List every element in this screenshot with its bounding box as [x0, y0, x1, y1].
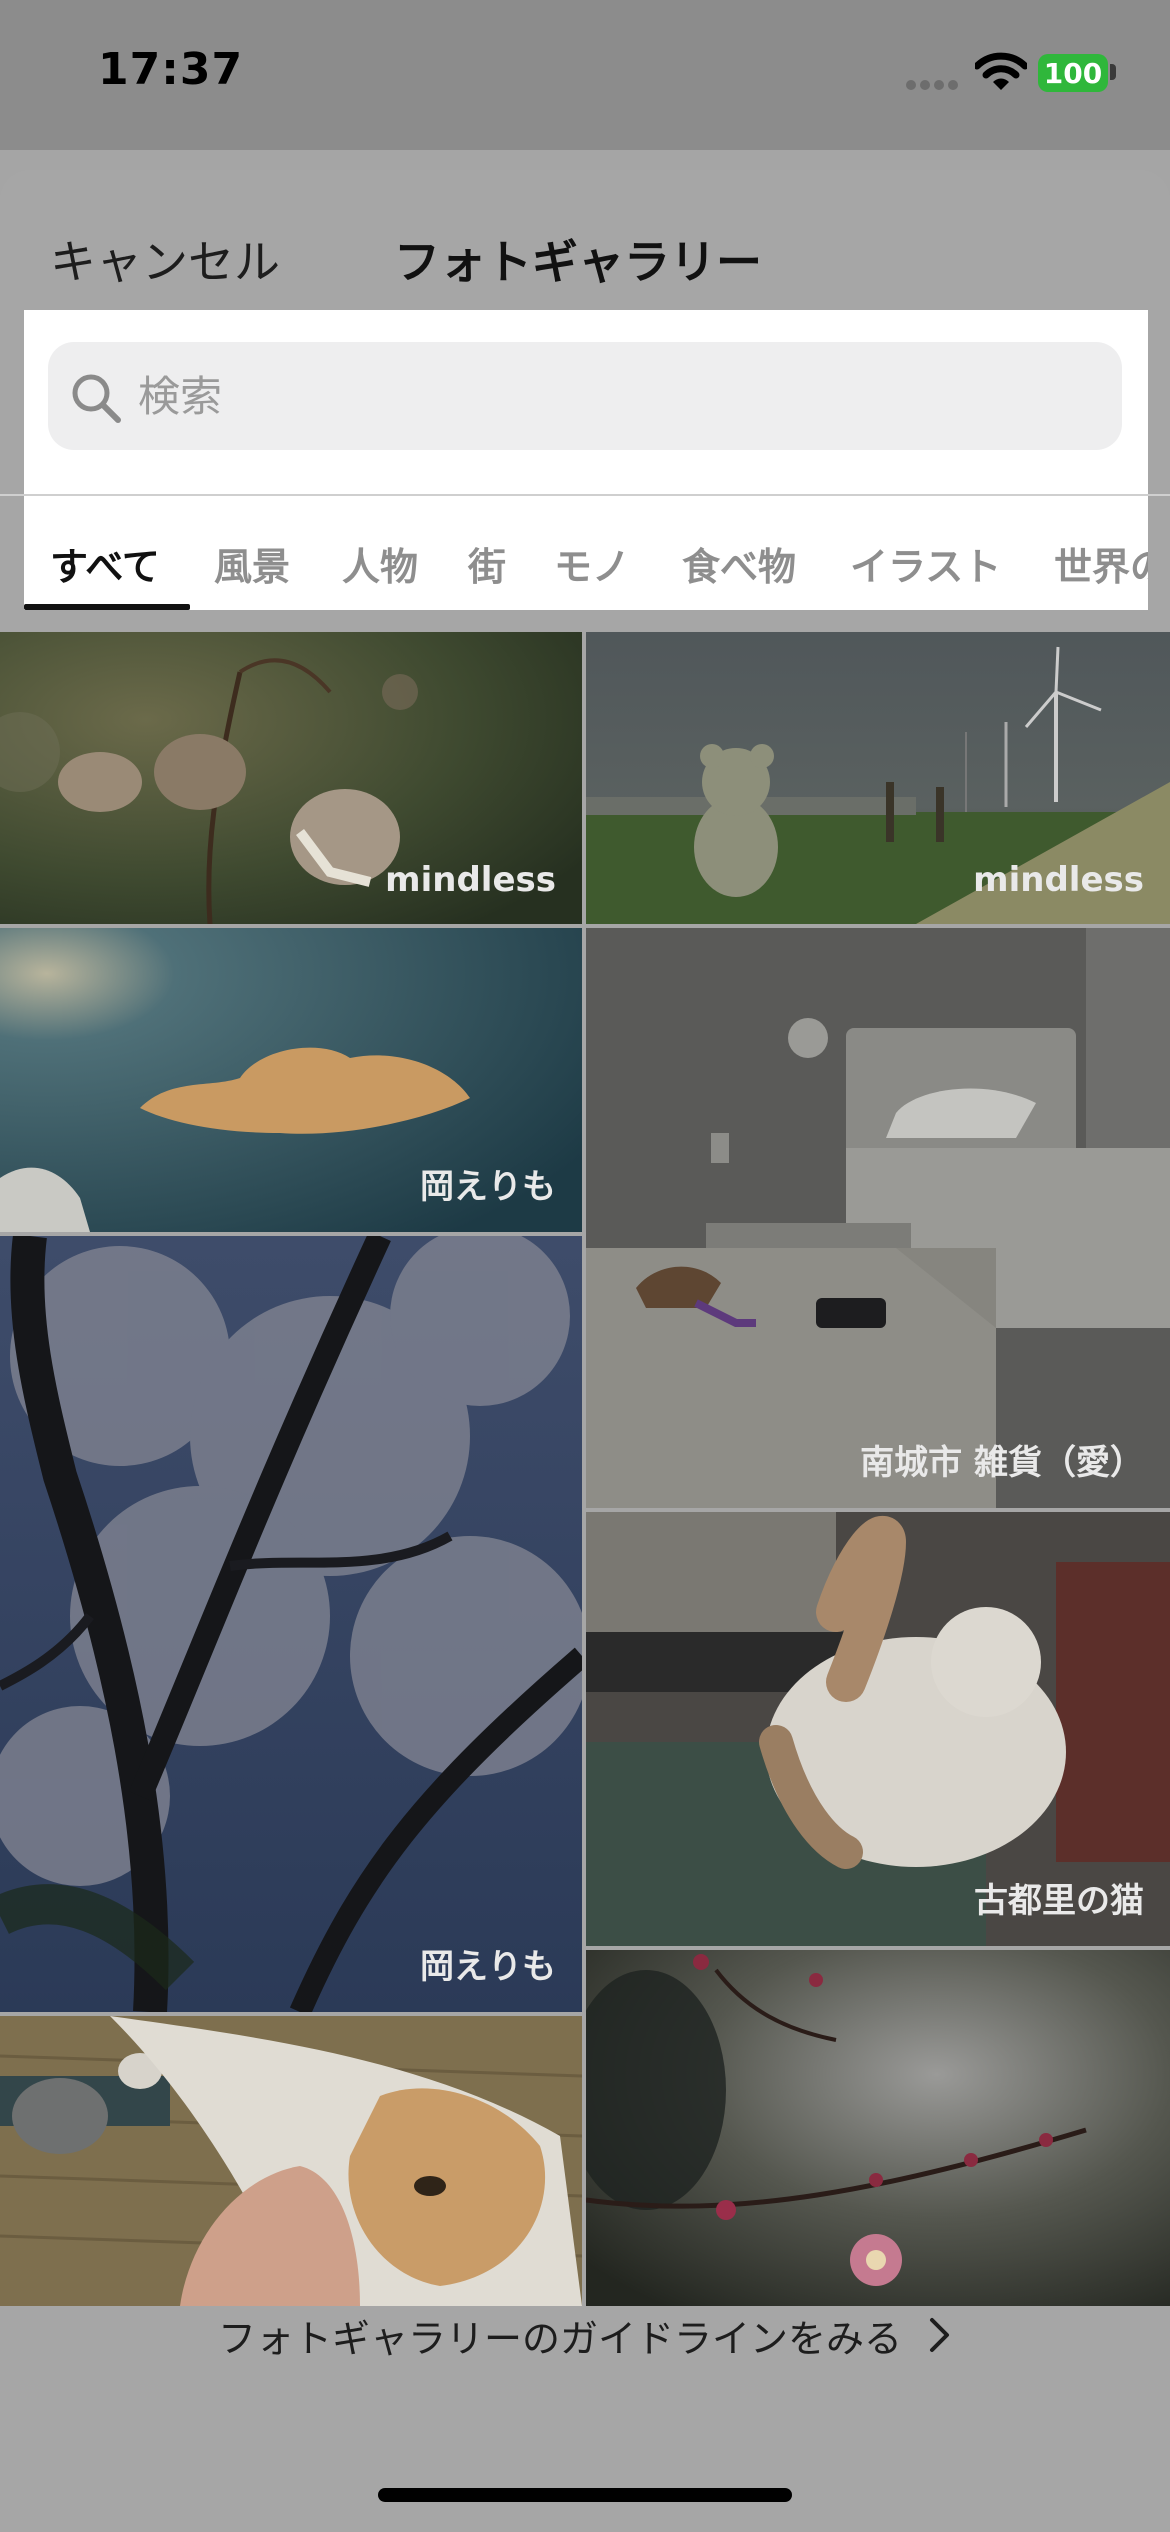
- tab-city[interactable]: 街: [468, 536, 506, 591]
- battery-icon: 100: [1038, 54, 1108, 92]
- cherry-tree-photo: [0, 1236, 582, 2012]
- cat-with-hand-photo: [0, 2016, 582, 2306]
- photo-tile[interactable]: [0, 2016, 582, 2306]
- guideline-link[interactable]: フォトギャラリーのガイドラインをみる: [0, 2300, 1170, 2370]
- photo-credit: 岡えりも: [420, 1167, 556, 1207]
- photo-credit: 南城市 雑貨（愛）: [860, 1443, 1144, 1483]
- cellular-signal-icon: [906, 80, 960, 90]
- tab-all[interactable]: すべて: [50, 536, 160, 591]
- photo-tile[interactable]: 岡えりも: [0, 1236, 582, 2012]
- photo-credit: 岡えりも: [420, 1947, 556, 1987]
- search-icon: [72, 374, 121, 423]
- plum-blossom-photo: [586, 1950, 1170, 2306]
- status-time: 17:37: [98, 44, 244, 95]
- wifi-icon: [975, 52, 1027, 90]
- tab-people[interactable]: 人物: [342, 536, 418, 591]
- active-tab-indicator: [24, 604, 190, 610]
- battery-tip: [1110, 64, 1116, 80]
- tab-food[interactable]: 食べ物: [682, 536, 796, 591]
- search-input[interactable]: [138, 342, 1098, 450]
- search-and-tabs-panel: すべて 風景 人物 街 モノ 食べ物 イラスト 世界の: [0, 310, 1170, 610]
- photo-tile[interactable]: mindless: [0, 632, 582, 924]
- photo-credit: 古都里の猫: [974, 1881, 1144, 1921]
- photo-tile[interactable]: 南城市 雑貨（愛）: [586, 928, 1170, 1508]
- tab-things[interactable]: モノ: [554, 536, 630, 591]
- photo-tile[interactable]: [586, 1950, 1170, 2306]
- search-field[interactable]: [48, 342, 1122, 450]
- tab-illustration[interactable]: イラスト: [850, 536, 1001, 591]
- sheet-header: キャンセル フォトギャラリー: [0, 170, 1170, 310]
- sheet-title: フォトギャラリー: [394, 235, 762, 289]
- chevron-right-icon: [930, 2318, 949, 2352]
- home-indicator: [378, 2488, 792, 2502]
- tab-world[interactable]: 世界の: [1054, 536, 1148, 591]
- tab-landscape[interactable]: 風景: [214, 536, 290, 591]
- photo-tile[interactable]: mindless: [586, 632, 1170, 924]
- hermit-crab-photo: [586, 928, 1170, 1508]
- photo-tile[interactable]: 岡えりも: [0, 928, 582, 1232]
- status-bar: 17:37 100: [0, 0, 1170, 150]
- photo-credit: mindless: [973, 860, 1144, 900]
- photo-gallery-sheet: キャンセル フォトギャラリー すべて 風景 人物 街 モノ 食べ物 イラスト 世…: [0, 170, 1170, 2532]
- photo-credit: mindless: [385, 860, 556, 900]
- battery-level: 100: [1043, 56, 1103, 90]
- guideline-link-label: フォトギャラリーのガイドラインをみる: [217, 2316, 902, 2361]
- cancel-button[interactable]: キャンセル: [50, 226, 280, 292]
- photo-tile[interactable]: 古都里の猫: [586, 1512, 1170, 1946]
- category-tabs: すべて 風景 人物 街 モノ 食べ物 イラスト 世界の: [24, 496, 1148, 610]
